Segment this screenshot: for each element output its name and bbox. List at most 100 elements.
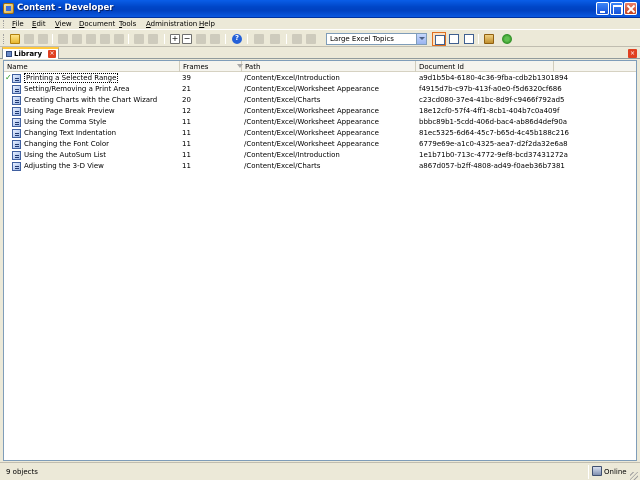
toolbar-separator bbox=[52, 34, 53, 44]
table-row[interactable]: Adjusting the 3-D View 11/Content/Excel/C… bbox=[4, 161, 636, 172]
cell-path: /Content/Excel/Introduction bbox=[244, 74, 340, 82]
column-header-frames[interactable]: Frames bbox=[180, 61, 242, 72]
publish-icon[interactable] bbox=[254, 34, 264, 44]
cell-document-id: a9d1b5b4-6180-4c36-9fba-cdb2b1301894 bbox=[419, 74, 569, 82]
toolbar-grip[interactable] bbox=[3, 34, 6, 44]
split-vertical-icon bbox=[464, 34, 474, 44]
delete-icon[interactable] bbox=[100, 34, 110, 44]
cell-frames: 11 bbox=[182, 151, 191, 159]
table-row[interactable]: Setting/Removing a Print Area 21/Content/… bbox=[4, 84, 636, 95]
split-vertical-button[interactable] bbox=[462, 32, 476, 46]
cell-name[interactable]: Printing a Selected Range bbox=[24, 73, 119, 83]
status-separator bbox=[588, 465, 589, 479]
toolbar: + − ? bbox=[0, 31, 640, 47]
properties-icon[interactable] bbox=[114, 34, 124, 44]
toolbar-separator bbox=[128, 34, 129, 44]
help-icon[interactable]: ? bbox=[232, 34, 242, 44]
tab-library-label: Library bbox=[14, 50, 43, 58]
minimize-button[interactable] bbox=[596, 2, 609, 15]
cell-frames: 20 bbox=[182, 96, 191, 104]
cell-name[interactable]: Setting/Removing a Print Area bbox=[24, 85, 130, 93]
menu-tools[interactable]: Tools bbox=[119, 20, 136, 28]
menu-file[interactable]: File bbox=[12, 20, 24, 28]
cell-frames: 11 bbox=[182, 162, 191, 170]
refresh-icon[interactable] bbox=[502, 34, 512, 44]
topic-document-icon bbox=[12, 129, 21, 138]
export-icon[interactable] bbox=[484, 34, 494, 44]
topic-document-icon bbox=[12, 118, 21, 127]
resize-grip[interactable] bbox=[630, 472, 638, 480]
app-icon[interactable] bbox=[3, 3, 14, 14]
cell-name[interactable]: Changing Text Indentation bbox=[24, 129, 116, 137]
cell-name[interactable]: Using Page Break Preview bbox=[24, 107, 115, 115]
pane-close-icon[interactable]: × bbox=[628, 49, 637, 58]
table-row[interactable]: Changing the Font Color 11/Content/Excel/… bbox=[4, 139, 636, 150]
filter-icon[interactable] bbox=[292, 34, 302, 44]
view-filter-combo[interactable]: Large Excel Topics bbox=[326, 33, 427, 45]
chevron-down-icon[interactable] bbox=[416, 34, 426, 44]
link-icon[interactable] bbox=[210, 34, 220, 44]
cell-path: /Content/Excel/Worksheet Appearance bbox=[244, 140, 379, 148]
cell-name[interactable]: Using the Comma Style bbox=[24, 118, 106, 126]
table-row[interactable]: ✓ Printing a Selected Range 39/Content/Exc… bbox=[4, 73, 636, 84]
menu-help[interactable]: Help bbox=[199, 20, 215, 28]
status-connection: Online bbox=[604, 468, 627, 476]
find-icon[interactable] bbox=[196, 34, 206, 44]
topic-document-icon bbox=[12, 162, 21, 171]
toolbar-separator bbox=[247, 34, 248, 44]
tab-strip: Library × bbox=[0, 47, 640, 59]
column-header-name[interactable]: Name bbox=[4, 61, 180, 72]
table-row[interactable]: Using the AutoSum List 11/Content/Excel/I… bbox=[4, 150, 636, 161]
cell-path: /Content/Excel/Worksheet Appearance bbox=[244, 129, 379, 137]
table-row[interactable]: Using Page Break Preview 12/Content/Excel… bbox=[4, 106, 636, 117]
redo-icon[interactable] bbox=[148, 34, 158, 44]
cell-name[interactable]: Changing the Font Color bbox=[24, 140, 109, 148]
toolbar-separator bbox=[478, 34, 479, 44]
save-icon[interactable] bbox=[24, 34, 34, 44]
column-header-path[interactable]: Path bbox=[242, 61, 416, 72]
menu-view[interactable]: View bbox=[55, 20, 72, 28]
toolbar-separator bbox=[286, 34, 287, 44]
toolbar-separator bbox=[225, 34, 226, 44]
cell-document-id: 1e1b71b0-713c-4772-9ef8-bcd37431272a bbox=[419, 151, 568, 159]
copy-icon[interactable] bbox=[72, 34, 82, 44]
cell-frames: 21 bbox=[182, 85, 191, 93]
maximize-button[interactable] bbox=[610, 2, 623, 15]
title-bar: Content - Developer bbox=[0, 0, 640, 18]
cell-document-id: c23cd080-37e4-41bc-8d9f-c9466f792ad5 bbox=[419, 96, 565, 104]
cell-name[interactable]: Creating Charts with the Chart Wizard bbox=[24, 96, 157, 104]
table-row[interactable]: Using the Comma Style 11/Content/Excel/Wo… bbox=[4, 117, 636, 128]
split-horizontal-button[interactable] bbox=[447, 32, 461, 46]
details-view-button[interactable] bbox=[432, 32, 446, 46]
menu-edit[interactable]: Edit bbox=[32, 20, 46, 28]
close-button[interactable] bbox=[624, 2, 637, 15]
cell-path: /Content/Excel/Charts bbox=[244, 162, 321, 170]
topic-document-icon bbox=[12, 85, 21, 94]
checkmark-icon: ✓ bbox=[5, 73, 12, 82]
menu-bar: File Edit View Document Tools Administra… bbox=[0, 18, 640, 30]
table-row[interactable]: Creating Charts with the Chart Wizard 20 /… bbox=[4, 95, 636, 106]
cell-name[interactable]: Adjusting the 3-D View bbox=[24, 162, 104, 170]
collapse-icon[interactable]: − bbox=[182, 34, 192, 44]
undo-icon[interactable] bbox=[134, 34, 144, 44]
menu-document[interactable]: Document bbox=[79, 20, 115, 28]
status-object-count: 9 objects bbox=[6, 468, 38, 476]
cut-icon[interactable] bbox=[58, 34, 68, 44]
checkin-icon[interactable] bbox=[270, 34, 280, 44]
tab-close-icon[interactable]: × bbox=[48, 50, 56, 58]
expand-icon[interactable]: + bbox=[170, 34, 180, 44]
dropdown-arrow-icon[interactable] bbox=[306, 34, 316, 44]
paste-icon[interactable] bbox=[86, 34, 96, 44]
table-row[interactable]: Changing Text Indentation 11/Content/Exce… bbox=[4, 128, 636, 139]
tab-library[interactable]: Library × bbox=[2, 47, 59, 59]
open-folder-icon[interactable] bbox=[10, 34, 20, 44]
cell-path: /Content/Excel/Introduction bbox=[244, 151, 340, 159]
view-filter-value: Large Excel Topics bbox=[330, 35, 394, 43]
cell-name[interactable]: Using the AutoSum List bbox=[24, 151, 106, 159]
grid-header: Name Frames Path Document Id bbox=[4, 61, 636, 72]
save-all-icon[interactable] bbox=[38, 34, 48, 44]
column-header-document-id[interactable]: Document Id bbox=[416, 61, 554, 72]
menu-administration[interactable]: Administration bbox=[146, 20, 197, 28]
cell-frames: 39 bbox=[182, 74, 191, 82]
menubar-grip[interactable] bbox=[3, 20, 6, 28]
